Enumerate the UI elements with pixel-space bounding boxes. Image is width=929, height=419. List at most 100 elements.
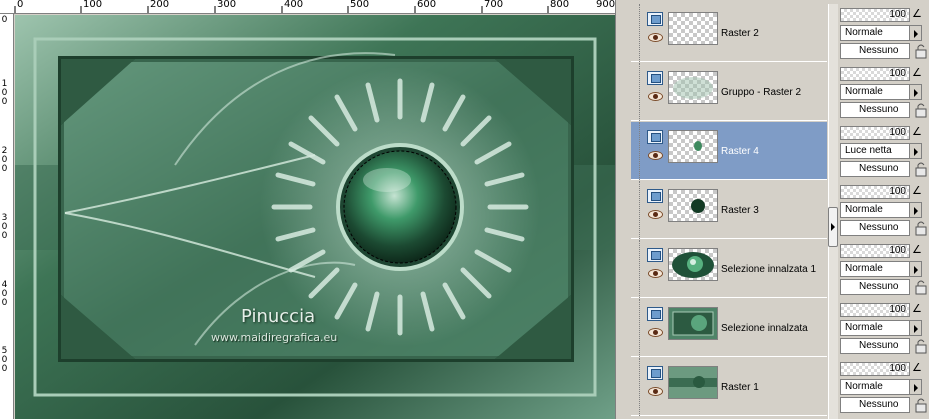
opacity-slider-icon[interactable]: ∠ [912, 244, 922, 256]
layer-row-selezione-innalzata[interactable]: Selezione innalzata [631, 299, 827, 357]
layer-props-raster-4: 100 ∠ Luce netta Nessuno [840, 122, 929, 180]
ruler-label-400: 400 [284, 0, 304, 10]
canvas-right-border [615, 0, 627, 419]
layer-type-icon[interactable] [647, 130, 663, 144]
tree-line [639, 240, 640, 298]
layer-props-selezione-innalzata-1: 100 ∠ Normale Nessuno [840, 240, 929, 298]
tree-line [639, 181, 640, 239]
group-select[interactable]: Nessuno [840, 338, 910, 354]
blend-mode-select[interactable]: Normale [840, 202, 910, 218]
layer-row-raster-2[interactable]: Raster 2 [631, 4, 827, 62]
vruler-label-400: 4 0 0 [1, 280, 8, 308]
group-select[interactable]: Nessuno [840, 161, 910, 177]
layers-palette: Raster 2 Gruppo - Raster 2 Raster 4 Rast… [627, 0, 929, 419]
layer-name: Selezione innalzata [721, 323, 808, 334]
blend-dropdown-arrow-icon[interactable] [910, 143, 922, 159]
ruler-label-0: 0 [17, 0, 24, 10]
group-select[interactable]: Nessuno [840, 43, 910, 59]
opacity-field[interactable]: 100 [840, 67, 910, 81]
blend-mode-select[interactable]: Normale [840, 84, 910, 100]
blend-dropdown-arrow-icon[interactable] [910, 261, 922, 277]
layer-props-raster-2: 100 ∠ Normale Nessuno [840, 4, 929, 62]
blend-mode-select[interactable]: Luce netta [840, 143, 910, 159]
layer-type-icon[interactable] [647, 307, 663, 321]
opacity-field[interactable]: 100 [840, 303, 910, 317]
opacity-slider-icon[interactable]: ∠ [912, 67, 922, 79]
lock-icon[interactable] [914, 43, 928, 59]
blend-mode-select[interactable]: Normale [840, 25, 910, 41]
horizontal-ruler: 0 100 200 300 400 500 600 700 800 900 [0, 0, 615, 14]
opacity-slider-icon[interactable]: ∠ [912, 126, 922, 138]
layer-row-raster-3[interactable]: Raster 3 [631, 181, 827, 239]
ruler-label-500: 500 [350, 0, 370, 10]
layer-thumbnail [668, 366, 718, 399]
lock-icon[interactable] [914, 161, 928, 177]
opacity-slider-icon[interactable]: ∠ [912, 303, 922, 315]
tree-line [639, 299, 640, 357]
ruler-label-600: 600 [417, 0, 437, 10]
layer-type-icon[interactable] [647, 189, 663, 203]
blend-dropdown-arrow-icon[interactable] [910, 202, 922, 218]
vertical-ruler: 0 1 0 0 2 0 0 3 0 0 4 0 0 5 0 0 [0, 14, 14, 419]
opacity-field[interactable]: 100 [840, 8, 910, 22]
layer-type-icon[interactable] [647, 366, 663, 380]
blend-dropdown-arrow-icon[interactable] [910, 25, 922, 41]
layer-name: Gruppo - Raster 2 [721, 87, 802, 98]
layer-props-raster-3: 100 ∠ Normale Nessuno [840, 181, 929, 239]
lock-icon[interactable] [914, 279, 928, 295]
blend-dropdown-arrow-icon[interactable] [910, 320, 922, 336]
layer-name: Raster 4 [721, 146, 759, 157]
ruler-label-300: 300 [217, 0, 237, 10]
layer-thumbnail [668, 189, 718, 222]
opacity-slider-icon[interactable]: ∠ [912, 185, 922, 197]
layer-thumbnail [668, 248, 718, 281]
layer-name: Raster 2 [721, 28, 759, 39]
thumb-dot [691, 199, 705, 213]
blend-mode-select[interactable]: Normale [840, 379, 910, 395]
opacity-field[interactable]: 100 [840, 244, 910, 258]
opacity-field[interactable]: 100 [840, 126, 910, 140]
eye-icon[interactable] [648, 387, 663, 396]
lock-icon[interactable] [914, 397, 928, 413]
eye-icon[interactable] [648, 269, 663, 278]
eye-icon[interactable] [648, 328, 663, 337]
blend-mode-select[interactable]: Normale [840, 261, 910, 277]
tree-line [639, 122, 640, 180]
eye-icon[interactable] [648, 151, 663, 160]
image-canvas[interactable]: Pinuccia www.maidiregrafica.eu [15, 15, 615, 419]
opacity-slider-icon[interactable]: ∠ [912, 362, 922, 374]
lock-icon[interactable] [914, 338, 928, 354]
scroll-expand-button[interactable] [828, 207, 838, 247]
layer-type-icon[interactable] [647, 12, 663, 26]
blend-dropdown-arrow-icon[interactable] [910, 379, 922, 395]
opacity-field[interactable]: 100 [840, 185, 910, 199]
tree-line [639, 4, 640, 62]
opacity-slider-icon[interactable]: ∠ [912, 8, 922, 20]
lock-icon[interactable] [914, 102, 928, 118]
group-select[interactable]: Nessuno [840, 397, 910, 413]
eye-icon[interactable] [648, 92, 663, 101]
opacity-field[interactable]: 100 [840, 362, 910, 376]
vruler-label-100: 1 0 0 [1, 79, 8, 107]
vruler-label-300: 3 0 0 [1, 213, 8, 241]
layer-row-selezione-innalzata-1[interactable]: Selezione innalzata 1 [631, 240, 827, 298]
blend-dropdown-arrow-icon[interactable] [910, 84, 922, 100]
layer-row-gruppo-raster-2[interactable]: Gruppo - Raster 2 [631, 63, 827, 121]
layer-row-raster-1[interactable]: Raster 1 [631, 358, 827, 416]
blend-mode-select[interactable]: Normale [840, 320, 910, 336]
ruler-label-900: 900 [596, 0, 615, 10]
eye-icon[interactable] [648, 210, 663, 219]
layer-name: Selezione innalzata 1 [721, 264, 817, 275]
layer-row-raster-4[interactable]: Raster 4 [631, 122, 827, 180]
layer-props-selezione-innalzata: 100 ∠ Normale Nessuno [840, 299, 929, 357]
lock-icon[interactable] [914, 220, 928, 236]
layer-type-icon[interactable] [647, 71, 663, 85]
thumb-image [669, 367, 717, 398]
layer-type-icon[interactable] [647, 248, 663, 262]
group-select[interactable]: Nessuno [840, 279, 910, 295]
group-select[interactable]: Nessuno [840, 102, 910, 118]
layer-thumbnail [668, 130, 718, 163]
eye-icon[interactable] [648, 33, 663, 42]
group-select[interactable]: Nessuno [840, 220, 910, 236]
watermark-url: www.maidiregrafica.eu [211, 331, 338, 344]
